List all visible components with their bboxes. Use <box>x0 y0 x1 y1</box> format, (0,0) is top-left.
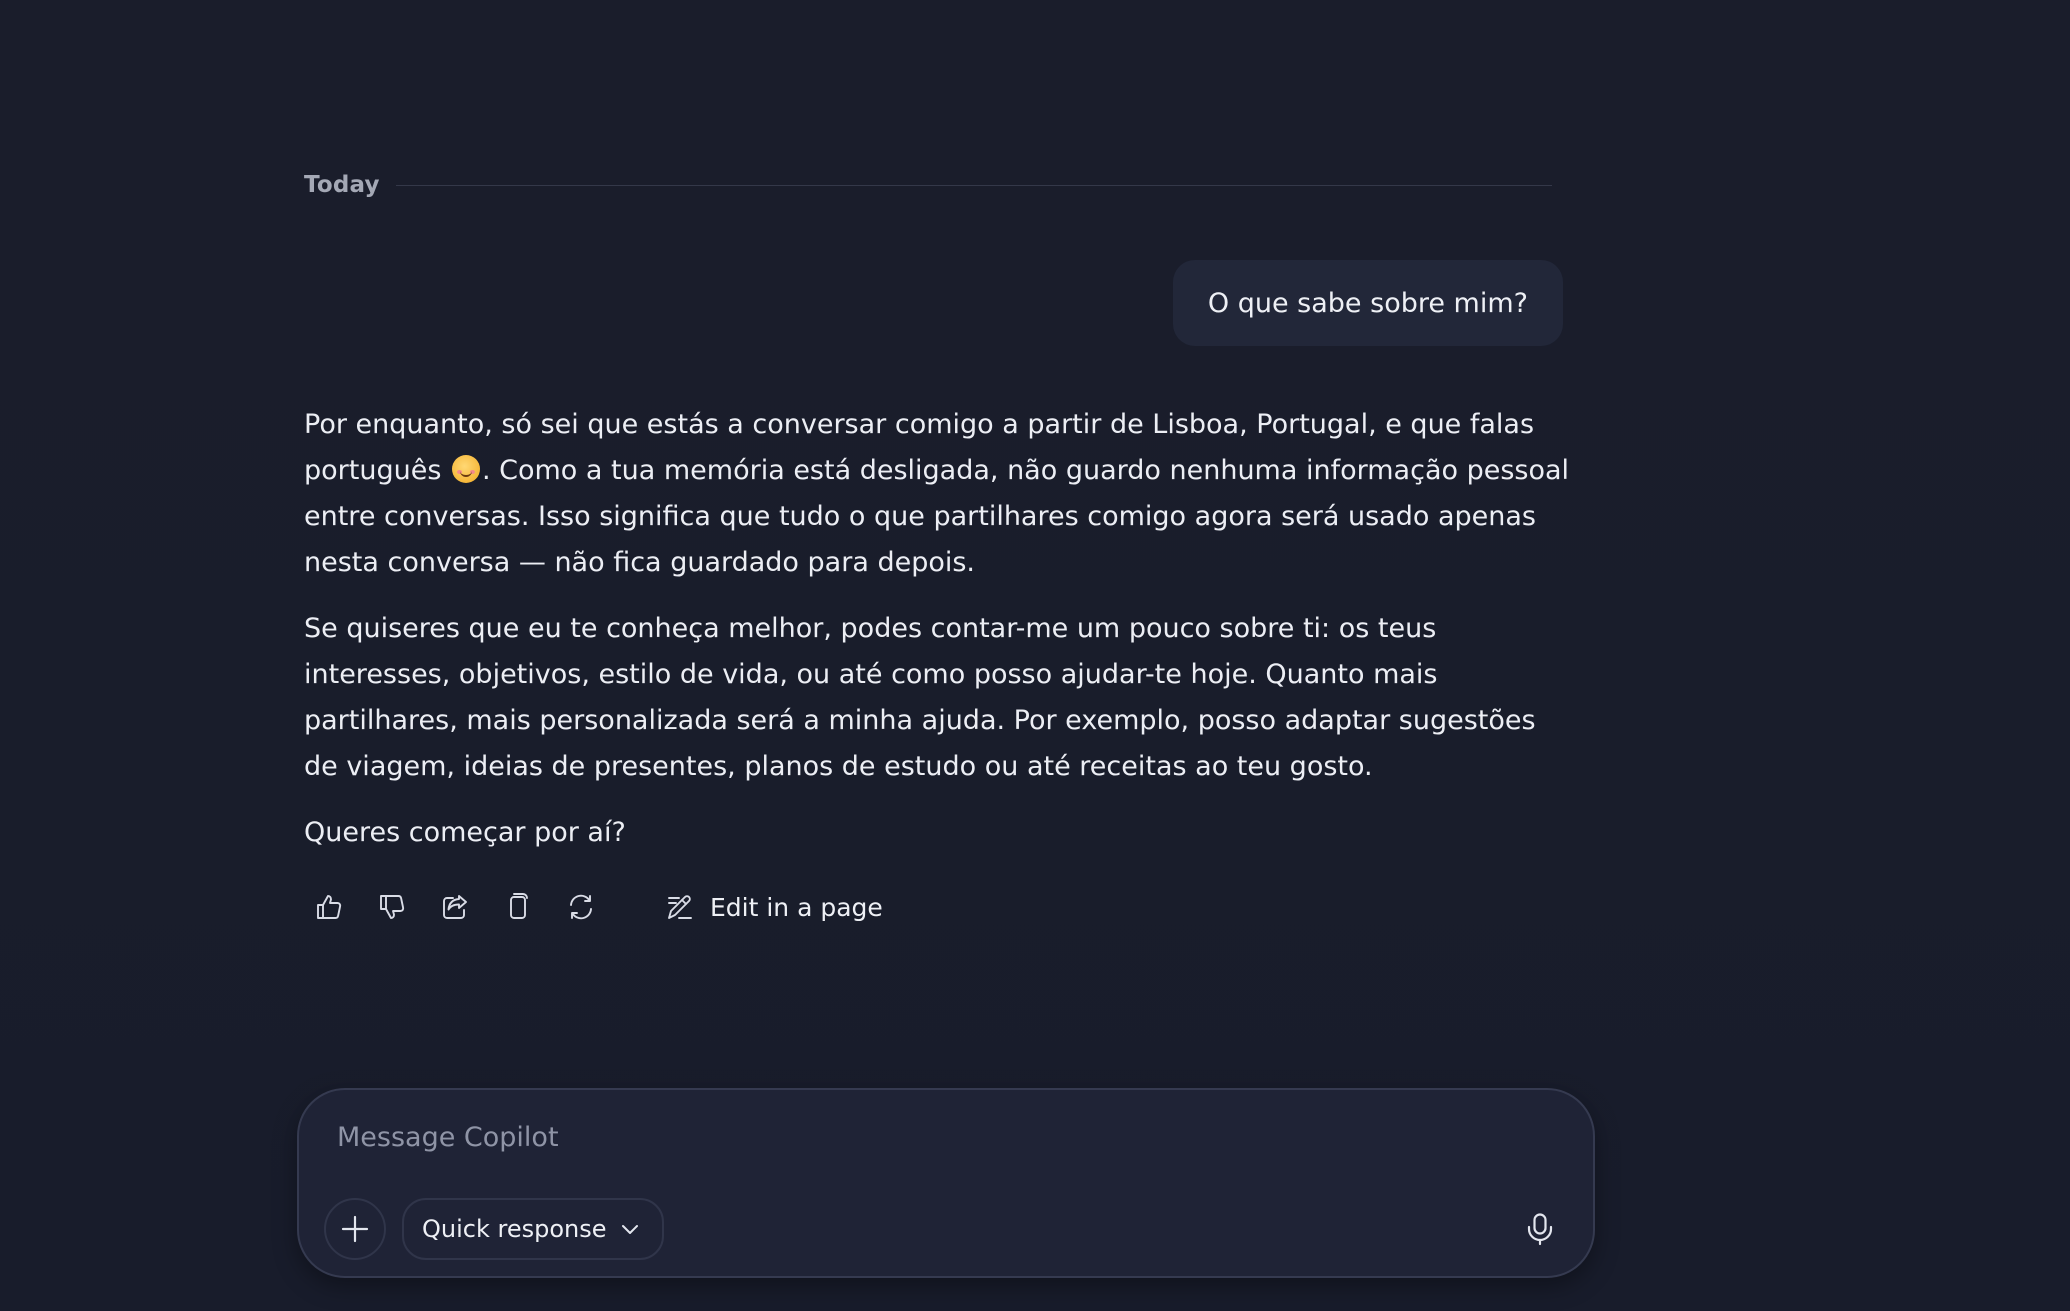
copy-icon[interactable] <box>493 882 543 932</box>
add-attachment-button[interactable] <box>324 1198 386 1260</box>
share-icon[interactable] <box>430 882 480 932</box>
message-action-bar: Edit in a page <box>304 882 883 932</box>
message-input[interactable] <box>335 1116 1519 1158</box>
thumbs-up-icon[interactable] <box>304 882 354 932</box>
plus-icon <box>341 1215 369 1243</box>
regenerate-icon[interactable] <box>556 882 606 932</box>
message-composer: Quick response <box>297 1088 1595 1278</box>
divider-line <box>395 184 1552 186</box>
microphone-icon <box>1527 1213 1553 1246</box>
assistant-message: Por enquanto, só sei que estás a convers… <box>304 402 1570 876</box>
response-mode-label: Quick response <box>422 1215 607 1243</box>
assistant-paragraph-2: Se quiseres que eu te conheça melhor, po… <box>304 613 1536 782</box>
response-mode-dropdown[interactable]: Quick response <box>402 1198 664 1260</box>
edit-page-icon <box>668 895 692 919</box>
day-label: Today <box>304 172 380 198</box>
assistant-paragraph-1: Por enquanto, só sei que estás a convers… <box>304 402 1570 586</box>
edit-in-page-label: Edit in a page <box>710 892 883 922</box>
chevron-down-icon <box>621 1225 638 1234</box>
edit-in-page-button[interactable]: Edit in a page <box>664 882 883 932</box>
assistant-text: . Como a tua memória está desligada, não… <box>304 455 1570 578</box>
user-message-bubble: O que sabe sobre mim? <box>1172 260 1563 346</box>
smiling-face-icon <box>451 455 480 483</box>
user-message-text: O que sabe sobre mim? <box>1207 287 1528 319</box>
thumbs-down-icon[interactable] <box>367 882 417 932</box>
assistant-paragraph-3: Queres começar por aí? <box>304 817 626 848</box>
microphone-button[interactable] <box>1513 1202 1567 1256</box>
day-divider: Today <box>304 170 1552 200</box>
